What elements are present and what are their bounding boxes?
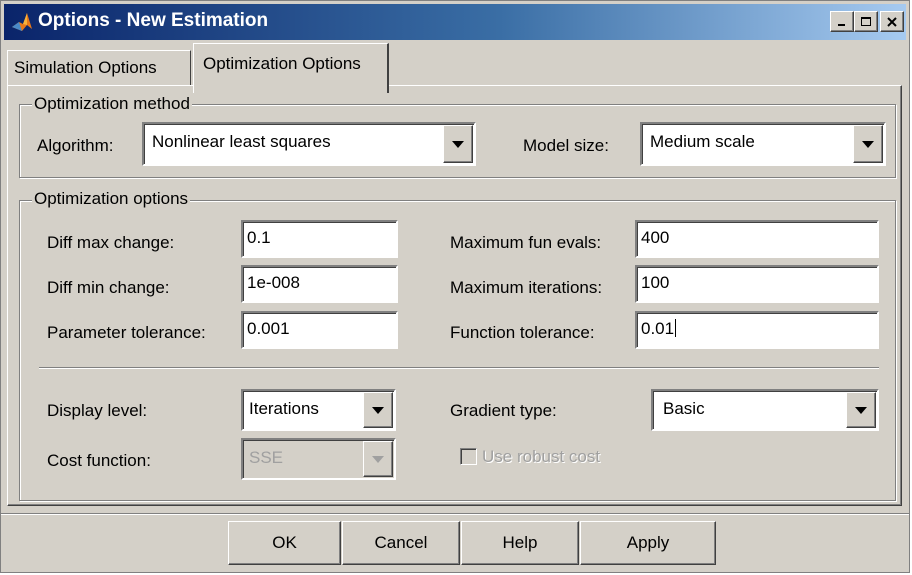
text-cursor: [675, 319, 677, 337]
cancel-button[interactable]: Cancel: [342, 521, 460, 565]
algorithm-select[interactable]: Nonlinear least squares: [142, 122, 476, 166]
button-bar-divider: [1, 513, 909, 515]
optimization-method-legend: Optimization method: [32, 94, 192, 114]
chevron-down-icon: [452, 140, 464, 148]
use-robust-cost-label: Use robust cost: [482, 447, 601, 466]
gradient-type-select[interactable]: Basic: [651, 389, 879, 431]
cost-function-dropdown-button: [363, 441, 393, 477]
minimize-button[interactable]: [830, 11, 854, 32]
diff-min-change-label: Diff min change:: [47, 278, 170, 297]
max-fun-evals-label: Maximum fun evals:: [450, 233, 602, 252]
minimize-icon: [838, 23, 845, 26]
tab-label: Simulation Options: [14, 58, 157, 77]
title-bar[interactable]: Options - New Estimation: [4, 4, 906, 40]
parameter-tolerance-input[interactable]: 0.001: [241, 311, 398, 349]
algorithm-label: Algorithm:: [37, 136, 114, 155]
display-level-select[interactable]: Iterations: [241, 389, 396, 431]
gradient-type-value: Basic: [663, 399, 705, 418]
model-size-dropdown-button[interactable]: [853, 125, 883, 163]
matlab-logo-icon: [12, 13, 32, 31]
chevron-down-icon: [372, 455, 384, 463]
function-tolerance-input[interactable]: 0.01: [635, 311, 879, 349]
model-size-select[interactable]: Medium scale: [640, 122, 886, 166]
model-size-label: Model size:: [523, 136, 609, 155]
close-button[interactable]: [880, 11, 904, 32]
diff-min-change-input[interactable]: 1e-008: [241, 265, 398, 303]
diff-max-change-label: Diff max change:: [47, 233, 175, 252]
display-level-value: Iterations: [249, 399, 319, 418]
max-fun-evals-input[interactable]: 400: [635, 220, 879, 258]
apply-button[interactable]: Apply: [580, 521, 716, 565]
parameter-tolerance-label: Parameter tolerance:: [47, 323, 206, 342]
maximize-button[interactable]: [854, 11, 878, 32]
algorithm-value: Nonlinear least squares: [152, 132, 331, 151]
cost-function-select: SSE: [241, 438, 396, 480]
window-title: Options - New Estimation: [38, 10, 269, 31]
model-size-value: Medium scale: [650, 132, 755, 151]
ok-button[interactable]: OK: [228, 521, 341, 565]
help-button[interactable]: Help: [461, 521, 579, 565]
tab-label: Optimization Options: [203, 54, 361, 73]
cost-function-label: Cost function:: [47, 451, 151, 470]
display-level-label: Display level:: [47, 401, 148, 420]
chevron-down-icon: [855, 406, 867, 414]
chevron-down-icon: [862, 140, 874, 148]
use-robust-cost-checkbox: [460, 448, 477, 465]
display-level-dropdown-button[interactable]: [363, 392, 393, 428]
max-iterations-input[interactable]: 100: [635, 265, 879, 303]
cost-function-value: SSE: [249, 448, 284, 467]
optimization-options-legend: Optimization options: [32, 189, 191, 209]
close-icon: [887, 16, 897, 27]
options-dialog: Options - New Estimation Simulation Opti…: [0, 0, 910, 573]
function-tolerance-value: 0.01: [641, 319, 675, 338]
tab-optimization-options[interactable]: Optimization Options: [193, 43, 389, 93]
options-divider: [39, 367, 879, 369]
function-tolerance-label: Function tolerance:: [450, 323, 595, 342]
algorithm-dropdown-button[interactable]: [443, 125, 473, 163]
gradient-type-dropdown-button[interactable]: [846, 392, 876, 428]
tab-simulation-options[interactable]: Simulation Options: [7, 50, 191, 86]
gradient-type-label: Gradient type:: [450, 401, 557, 420]
diff-max-change-input[interactable]: 0.1: [241, 220, 398, 258]
maximize-icon: [861, 17, 871, 26]
max-iterations-label: Maximum iterations:: [450, 278, 603, 297]
chevron-down-icon: [372, 406, 384, 414]
